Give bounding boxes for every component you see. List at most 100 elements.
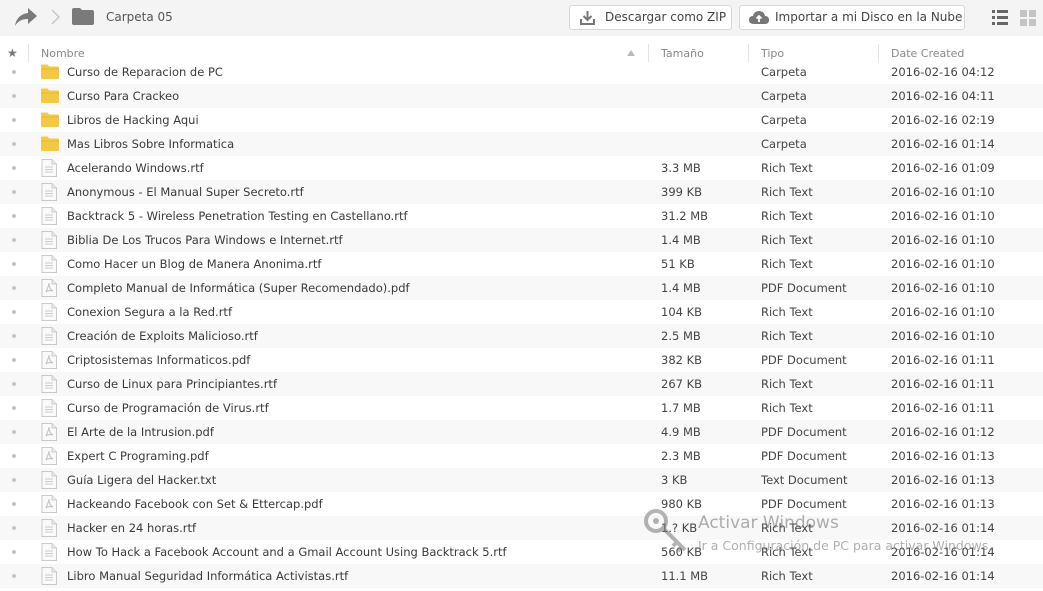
file-name[interactable]: Creación de Exploits Malicioso.rtf — [67, 329, 258, 343]
favorite-dot-icon[interactable] — [12, 358, 16, 362]
file-name[interactable]: El Arte de la Intrusion.pdf — [67, 425, 214, 439]
favorite-dot-icon[interactable] — [12, 286, 16, 290]
file-name[interactable]: Mas Libros Sobre Informatica — [67, 137, 234, 151]
favorite-dot-icon[interactable] — [12, 214, 16, 218]
star-column-header[interactable]: ★ — [7, 46, 18, 60]
pdf-file-icon — [41, 495, 57, 513]
file-date-created: 2016-02-16 01:09 — [891, 161, 995, 175]
table-row[interactable]: Expert C Programing.pdf 2.3 MB PDF Documen… — [0, 444, 1043, 468]
file-type: Carpeta — [761, 137, 807, 151]
table-row[interactable]: El Arte de la Intrusion.pdf 4.9 MB PDF Doc… — [0, 420, 1043, 444]
file-name[interactable]: Conexion Segura a la Red.rtf — [67, 305, 232, 319]
favorite-dot-icon[interactable] — [12, 118, 16, 122]
file-date-created: 2016-02-16 04:12 — [891, 65, 995, 79]
file-name[interactable]: Como Hacer un Blog de Manera Anonima.rtf — [67, 257, 321, 271]
file-date-created: 2016-02-16 01:10 — [891, 305, 995, 319]
download-zip-button[interactable]: Descargar como ZIP — [569, 5, 732, 30]
table-row[interactable]: Completo Manual de Informática (Super Re… — [0, 276, 1043, 300]
favorite-dot-icon[interactable] — [12, 166, 16, 170]
favorite-dot-icon[interactable] — [12, 262, 16, 266]
pdf-file-icon — [41, 351, 57, 369]
table-row[interactable]: Creación de Exploits Malicioso.rtf 2.5 MB… — [0, 324, 1043, 348]
share-arrow-icon[interactable] — [14, 7, 38, 27]
file-name[interactable]: Curso Para Crackeo — [67, 89, 179, 103]
table-row[interactable]: Anonymous - El Manual Super Secreto.rtf 3… — [0, 180, 1043, 204]
table-row[interactable]: Hacker en 24 horas.rtf 1.? KB Rich Text 201… — [0, 516, 1043, 540]
favorite-dot-icon[interactable] — [12, 334, 16, 338]
favorite-dot-icon[interactable] — [12, 310, 16, 314]
file-date-created: 2016-02-16 01:14 — [891, 569, 995, 583]
table-row[interactable]: Curso Para Crackeo Carpeta 2016-02-16 04:1… — [0, 84, 1043, 108]
size-column-header[interactable]: Tamaño — [661, 47, 704, 61]
favorite-dot-icon[interactable] — [12, 478, 16, 482]
file-type: Rich Text — [761, 305, 813, 319]
favorite-dot-icon[interactable] — [12, 238, 16, 242]
file-name[interactable]: Expert C Programing.pdf — [67, 449, 209, 463]
favorite-dot-icon[interactable] — [12, 406, 16, 410]
table-row[interactable]: Hackeando Facebook con Set & Ettercap.pd… — [0, 492, 1043, 516]
table-row[interactable]: Criptosistemas Informaticos.pdf 382 KB PDF… — [0, 348, 1043, 372]
document-file-icon — [41, 543, 57, 561]
file-name[interactable]: Hacker en 24 horas.rtf — [67, 521, 196, 535]
name-column-header[interactable]: Nombre — [41, 47, 85, 61]
key-icon — [644, 509, 687, 553]
file-type: PDF Document — [761, 281, 847, 295]
file-name[interactable]: Biblia De Los Trucos Para Windows e Inte… — [67, 233, 343, 247]
favorite-dot-icon[interactable] — [12, 550, 16, 554]
favorite-dot-icon[interactable] — [12, 70, 16, 74]
favorite-dot-icon[interactable] — [12, 142, 16, 146]
file-date-created: 2016-02-16 01:14 — [891, 137, 995, 151]
date-column-header[interactable]: Date Created — [891, 47, 964, 61]
favorite-dot-icon[interactable] — [12, 454, 16, 458]
file-name[interactable]: Criptosistemas Informaticos.pdf — [67, 353, 250, 367]
sort-ascending-icon[interactable] — [627, 50, 635, 56]
file-name[interactable]: Completo Manual de Informática (Super Re… — [67, 281, 410, 295]
file-name[interactable]: Anonymous - El Manual Super Secreto.rtf — [67, 185, 304, 199]
document-file-icon — [41, 231, 57, 249]
favorite-dot-icon[interactable] — [12, 190, 16, 194]
file-name[interactable]: Curso de Linux para Principiantes.rtf — [67, 377, 277, 391]
favorite-dot-icon[interactable] — [12, 502, 16, 506]
file-name[interactable]: How To Hack a Facebook Account and a Gma… — [67, 545, 507, 559]
grid-view-icon[interactable] — [1020, 10, 1036, 26]
table-row[interactable]: Acelerando Windows.rtf 3.3 MB Rich Text 201… — [0, 156, 1043, 180]
table-row[interactable]: Conexion Segura a la Red.rtf 104 KB Rich T… — [0, 300, 1043, 324]
file-name[interactable]: Libro Manual Seguridad Informática Activ… — [67, 569, 348, 583]
import-cloud-button[interactable]: Importar a mi Disco en la Nube — [739, 5, 965, 30]
file-date-created: 2016-02-16 01:12 — [891, 425, 995, 439]
file-name[interactable]: Curso de Reparacion de PC — [67, 65, 223, 79]
file-name[interactable]: Libros de Hacking Aqui — [67, 113, 199, 127]
file-size: 3.3 MB — [661, 161, 701, 175]
table-row[interactable]: Mas Libros Sobre Informatica Carpeta 2016-… — [0, 132, 1043, 156]
list-view-icon[interactable] — [992, 10, 1008, 25]
breadcrumb-folder-name[interactable]: Carpeta 05 — [106, 9, 173, 25]
favorite-dot-icon[interactable] — [12, 526, 16, 530]
table-row[interactable]: Libro Manual Seguridad Informática Activ… — [0, 564, 1043, 588]
table-row[interactable]: Backtrack 5 - Wireless Penetration Testi… — [0, 204, 1043, 228]
folder-icon — [41, 88, 59, 103]
file-size: 31.2 MB — [661, 209, 709, 223]
favorite-dot-icon[interactable] — [12, 574, 16, 578]
file-size: 104 KB — [661, 305, 703, 319]
watermark-subtitle: Ir a Configuración de PC para activar Wi… — [698, 538, 993, 553]
table-row[interactable]: Biblia De Los Trucos Para Windows e Inte… — [0, 228, 1043, 252]
file-name[interactable]: Curso de Programación de Virus.rtf — [67, 401, 269, 415]
table-row[interactable]: Curso de Linux para Principiantes.rtf 267… — [0, 372, 1043, 396]
table-row[interactable]: Guía Ligera del Hacker.txt 3 KB Text Docum… — [0, 468, 1043, 492]
file-name[interactable]: Guía Ligera del Hacker.txt — [67, 473, 216, 487]
table-row[interactable]: Como Hacer un Blog de Manera Anonima.rtf… — [0, 252, 1043, 276]
folder-icon — [41, 136, 59, 151]
favorite-dot-icon[interactable] — [12, 382, 16, 386]
file-name[interactable]: Hackeando Facebook con Set & Ettercap.pd… — [67, 497, 323, 511]
file-name[interactable]: Backtrack 5 - Wireless Penetration Testi… — [67, 209, 408, 223]
table-row[interactable]: Curso de Reparacion de PC Carpeta 2016-02-… — [0, 60, 1043, 84]
type-column-header[interactable]: Tipo — [761, 47, 784, 61]
favorite-dot-icon[interactable] — [12, 94, 16, 98]
file-date-created: 2016-02-16 01:11 — [891, 377, 995, 391]
table-row[interactable]: Curso de Programación de Virus.rtf 1.7 MB… — [0, 396, 1043, 420]
file-type: Rich Text — [761, 401, 813, 415]
table-row[interactable]: Libros de Hacking Aqui Carpeta 2016-02-16 … — [0, 108, 1043, 132]
file-name[interactable]: Acelerando Windows.rtf — [67, 161, 204, 175]
favorite-dot-icon[interactable] — [12, 430, 16, 434]
file-type: Text Document — [761, 473, 848, 487]
